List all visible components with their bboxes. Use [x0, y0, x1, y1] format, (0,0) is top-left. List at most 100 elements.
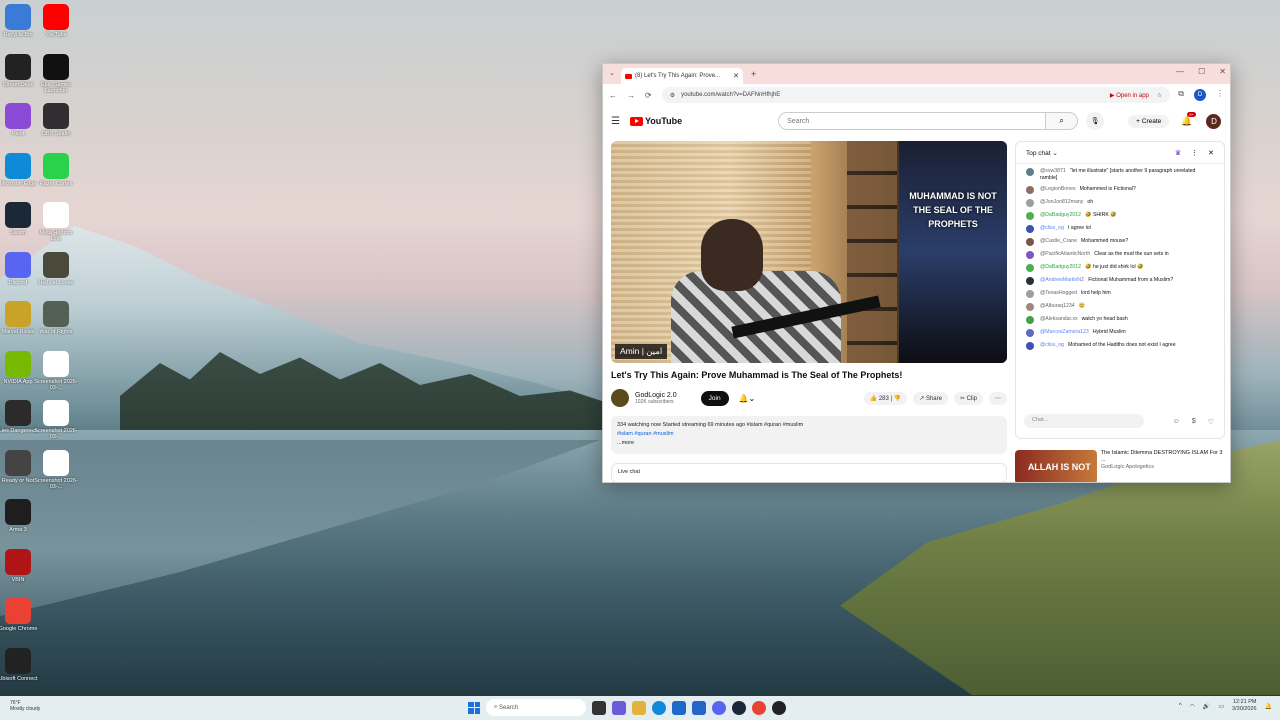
chat-avatar[interactable] — [1026, 290, 1034, 298]
chat-avatar[interactable] — [1026, 186, 1034, 194]
chat-avatar[interactable] — [1026, 238, 1034, 246]
chat-message[interactable]: @LegionBones Mohammed is Fictional? — [1026, 186, 1214, 194]
live-chat-bar[interactable]: Live chat — [611, 463, 1007, 482]
chat-message[interactable]: @Alburaq1234 😊 — [1026, 303, 1214, 311]
recommended-channel[interactable]: GodLogic Apologetics — [1101, 464, 1225, 471]
description-box[interactable]: 334 watching now Started streaming 69 mi… — [611, 416, 1007, 454]
subscribe-bell-icon[interactable]: 🔔⌄ — [739, 394, 756, 403]
share-button[interactable]: ↗ Share — [913, 391, 948, 405]
wifi-icon[interactable]: ◠ — [1190, 703, 1195, 710]
reload-icon[interactable]: ⟳ — [645, 91, 652, 100]
chat-avatar[interactable] — [1026, 329, 1034, 337]
chat-avatar[interactable] — [1026, 199, 1034, 207]
desktop-icon[interactable]: VBIN — [0, 548, 40, 583]
description-more[interactable]: ...more — [617, 439, 1001, 448]
more-actions-button[interactable]: ⋯ — [989, 391, 1007, 405]
chat-message[interactable]: @TexasHogged lord help him — [1026, 290, 1214, 298]
chat-username[interactable]: @TexasHogged — [1040, 290, 1077, 296]
url-field[interactable]: ⚙ youtube.com/watch?v=DAFNnHfhjhE ▶ Open… — [661, 87, 1171, 103]
chat-username[interactable]: @DaBadguy2012 — [1040, 264, 1081, 270]
chrome-taskbar-icon[interactable] — [752, 700, 766, 715]
chat-avatar[interactable] — [1026, 342, 1034, 350]
super-chat-icon[interactable]: $ — [1192, 418, 1196, 426]
video-player[interactable]: MUHAMMAD IS NOT THE SEAL OF THE PROPHETS… — [611, 141, 1007, 363]
volume-icon[interactable]: 🔊 — [1203, 703, 1210, 710]
chat-avatar[interactable] — [1026, 168, 1034, 176]
file-explorer-icon[interactable] — [632, 700, 646, 715]
notification-center-icon[interactable]: 🔔 — [1265, 703, 1272, 710]
profile-avatar[interactable]: D — [1194, 89, 1206, 101]
account-avatar[interactable]: D — [1206, 113, 1222, 129]
chat-message[interactable]: @MarcosZamora123 Hybrid Muslim — [1026, 329, 1214, 337]
edge-taskbar-icon[interactable] — [652, 700, 666, 715]
store-icon[interactable] — [672, 700, 686, 715]
desktop-icon[interactable]: Hell Let Loose — [34, 251, 78, 286]
clock[interactable]: 12:21 PM 3/30/2026 — [1232, 699, 1256, 713]
heart-icon[interactable]: ♡ — [1208, 418, 1214, 426]
chat-username[interactable]: @svw3871 — [1040, 168, 1066, 174]
chat-badge-icon[interactable]: ♛ — [1175, 149, 1181, 157]
search-input[interactable]: Search — [778, 112, 1047, 130]
create-button[interactable]: + Create — [1128, 114, 1170, 128]
desktop-icon[interactable]: Razer Cortex — [34, 152, 78, 187]
back-icon[interactable]: ← — [609, 91, 617, 100]
chat-username[interactable]: @PacificAtlanticNorth — [1040, 251, 1090, 257]
maximize-icon[interactable]: ☐ — [1198, 67, 1205, 76]
chat-username[interactable]: @Alburaq1234 — [1040, 303, 1075, 309]
chat-message[interactable]: @DaBadguy2012 🤣 SHIRK 🤣 — [1026, 212, 1214, 220]
desktop-icon[interactable]: Screenshot 2026-03-... — [34, 400, 78, 440]
desktop-icon[interactable]: Arma 3 — [0, 499, 40, 533]
chat-avatar[interactable] — [1026, 316, 1034, 324]
open-in-app-button[interactable]: ▶ Open in app — [1110, 92, 1149, 99]
app-icon[interactable] — [692, 700, 706, 715]
chat-message[interactable]: @JonJon812many oh — [1026, 199, 1214, 207]
chat-message[interactable]: @cliss_og I agree lol — [1026, 225, 1214, 233]
obs-taskbar-icon[interactable] — [772, 700, 786, 715]
task-view-icon[interactable] — [592, 700, 606, 715]
channel-name[interactable]: GodLogic 2.0 — [635, 392, 677, 399]
chat-username[interactable]: @JonJon812many — [1040, 199, 1083, 205]
battery-icon[interactable]: ▭ — [1218, 703, 1224, 710]
youtube-logo[interactable]: YouTube — [629, 116, 682, 126]
desktop-icon[interactable]: Google Chrome — [0, 598, 40, 632]
chat-avatar[interactable] — [1026, 264, 1034, 272]
description-tags[interactable]: #islam #quran #muslim — [617, 430, 1001, 439]
join-button[interactable]: Join — [700, 390, 729, 406]
chat-message[interactable]: @cliss_og Mohamed of the Hadiths does not… — [1026, 342, 1214, 350]
desktop-icon[interactable]: Screenshot 2026-03-... — [34, 449, 78, 490]
taskbar-search[interactable]: ⌕ Search — [486, 699, 586, 716]
chat-username[interactable]: @Castle_Crane — [1040, 238, 1077, 244]
top-chat-dropdown[interactable]: Top chat ⌄ — [1026, 149, 1058, 157]
chat-avatar[interactable] — [1026, 225, 1034, 233]
hamburger-menu-icon[interactable]: ☰ — [611, 116, 620, 127]
chat-username[interactable]: @MarcosZamora123 — [1040, 329, 1089, 335]
chat-menu-icon[interactable]: ⋮ — [1191, 149, 1198, 157]
chat-avatar[interactable] — [1026, 212, 1034, 220]
chat-username[interactable]: @cliss_og — [1040, 225, 1064, 231]
chat-avatar[interactable] — [1026, 251, 1034, 259]
new-tab-button[interactable]: + — [751, 69, 756, 79]
chat-message[interactable]: @PacificAtlanticNorth Clear as the mud th… — [1026, 251, 1214, 259]
bookmark-star-icon[interactable]: ☆ — [1157, 92, 1162, 99]
emoji-icon[interactable]: ☺ — [1173, 418, 1180, 426]
chat-username[interactable]: @DaBadguy2012 — [1040, 212, 1081, 218]
chat-message[interactable]: @DaBadguy2012 🤣 he just did shirk lol 🤣 — [1026, 264, 1214, 272]
forward-icon[interactable]: → — [627, 91, 635, 100]
start-button[interactable] — [468, 701, 480, 714]
recommended-title[interactable]: The Islamic Dilemma DESTROYING ISLAM For… — [1101, 450, 1225, 464]
steam-taskbar-icon[interactable] — [732, 700, 746, 715]
site-info-icon[interactable]: ⚙ — [670, 92, 675, 99]
desktop-icon[interactable]: War of Rights — [34, 301, 78, 335]
discord-taskbar-icon[interactable] — [712, 700, 726, 715]
recommended-video[interactable]: ALLAH IS NOT The Islamic Dilemma DESTROY… — [1015, 450, 1225, 482]
extensions-icon[interactable]: ⧉ — [1178, 89, 1184, 101]
tab-close-icon[interactable]: ✕ — [733, 72, 739, 80]
recommended-thumbnail[interactable]: ALLAH IS NOT — [1015, 450, 1097, 482]
like-button[interactable]: 👍 283 | 👎 — [863, 391, 908, 405]
mic-icon[interactable]: 🎙 — [1086, 112, 1105, 130]
tab-youtube[interactable]: (8) Let's Try This Again: Prove... ✕ — [621, 68, 743, 84]
close-window-icon[interactable]: ✕ — [1219, 67, 1226, 76]
desktop-icon[interactable]: OBS Studio — [34, 103, 78, 137]
chat-avatar[interactable] — [1026, 303, 1034, 311]
notifications-bell-icon[interactable]: 🔔 9+ — [1181, 111, 1196, 127]
